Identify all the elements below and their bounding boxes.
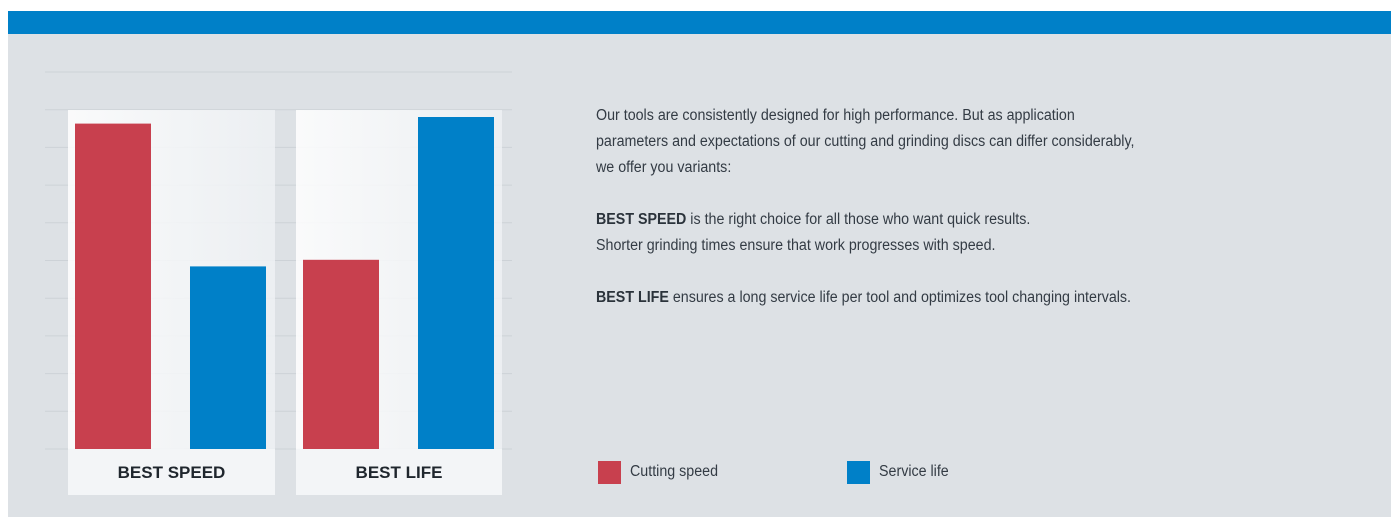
life-line: ensures a long service life per tool and… [668,289,1132,306]
legend-swatch-cutting-speed [598,461,621,484]
speed-line-2: Shorter grinding times ensure that work … [596,237,996,254]
legend-label-service-life: Service life [879,463,949,480]
description-text: Our tools are consistently designed for … [596,103,1240,311]
life-term: BEST LIFE [596,289,669,306]
bar-cutting-speed [75,123,151,449]
legend-swatch-service-life [847,461,870,484]
category-label: BEST LIFE [356,463,443,482]
bar-service-life [190,266,266,449]
life-paragraph: BEST LIFE ensures a long service life pe… [596,285,1240,311]
bar-cutting-speed [303,259,379,449]
intro-line-2: parameters and expectations of our cutti… [596,133,1135,150]
speed-term: BEST SPEED [596,211,687,228]
intro-line-1: Our tools are consistently designed for … [596,107,1075,124]
speed-line-1: is the right choice for all those who wa… [686,211,1031,228]
legend-label-cutting-speed: Cutting speed [630,463,719,480]
speed-paragraph: BEST SPEED is the right choice for all t… [596,207,1240,233]
intro-line-3: we offer you variants: [596,159,732,176]
category-label: BEST SPEED [118,463,226,482]
bar-service-life [418,117,494,449]
